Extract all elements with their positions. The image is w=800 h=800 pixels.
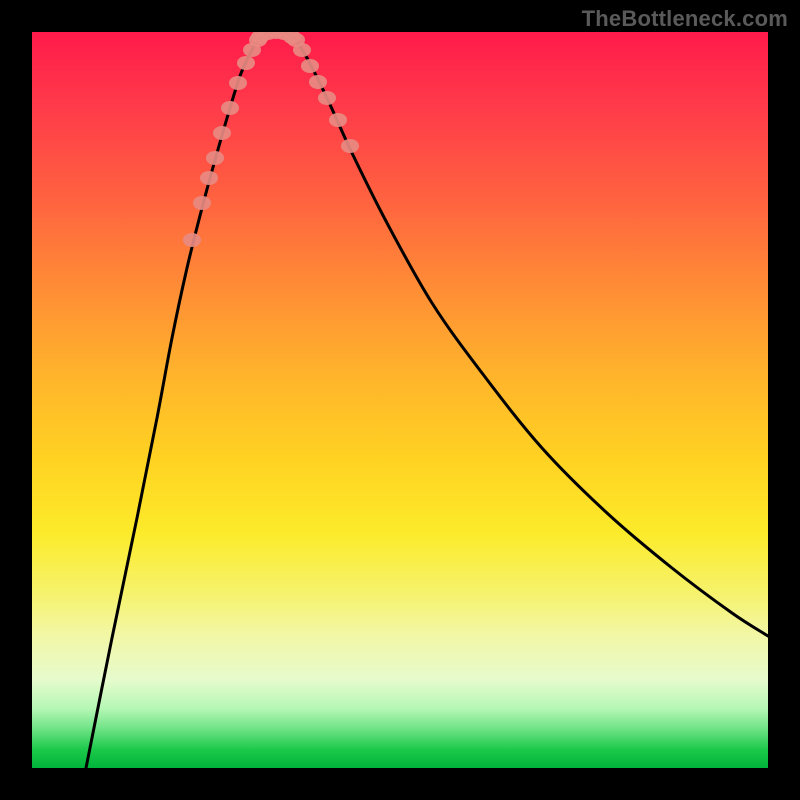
series-bottleneck-v-left — [86, 37, 260, 768]
marker-dot — [341, 139, 359, 153]
marker-dot — [329, 113, 347, 127]
series-bottleneck-v-right — [294, 37, 768, 636]
marker-dot — [193, 196, 211, 210]
marker-dot — [206, 151, 224, 165]
marker-dot — [183, 233, 201, 247]
marker-dot — [229, 76, 247, 90]
marker-dot — [221, 101, 239, 115]
marker-dot — [200, 171, 218, 185]
marker-dot — [237, 56, 255, 70]
marker-dots — [183, 32, 359, 247]
curve-layer — [32, 32, 768, 768]
marker-dot — [318, 91, 336, 105]
plot-area — [32, 32, 768, 768]
marker-dot — [213, 126, 231, 140]
marker-dot — [301, 59, 319, 73]
watermark-text: TheBottleneck.com — [582, 6, 788, 32]
marker-dot — [293, 43, 311, 57]
marker-dot — [309, 75, 327, 89]
curve-paths — [86, 32, 768, 768]
chart-stage: TheBottleneck.com — [0, 0, 800, 800]
